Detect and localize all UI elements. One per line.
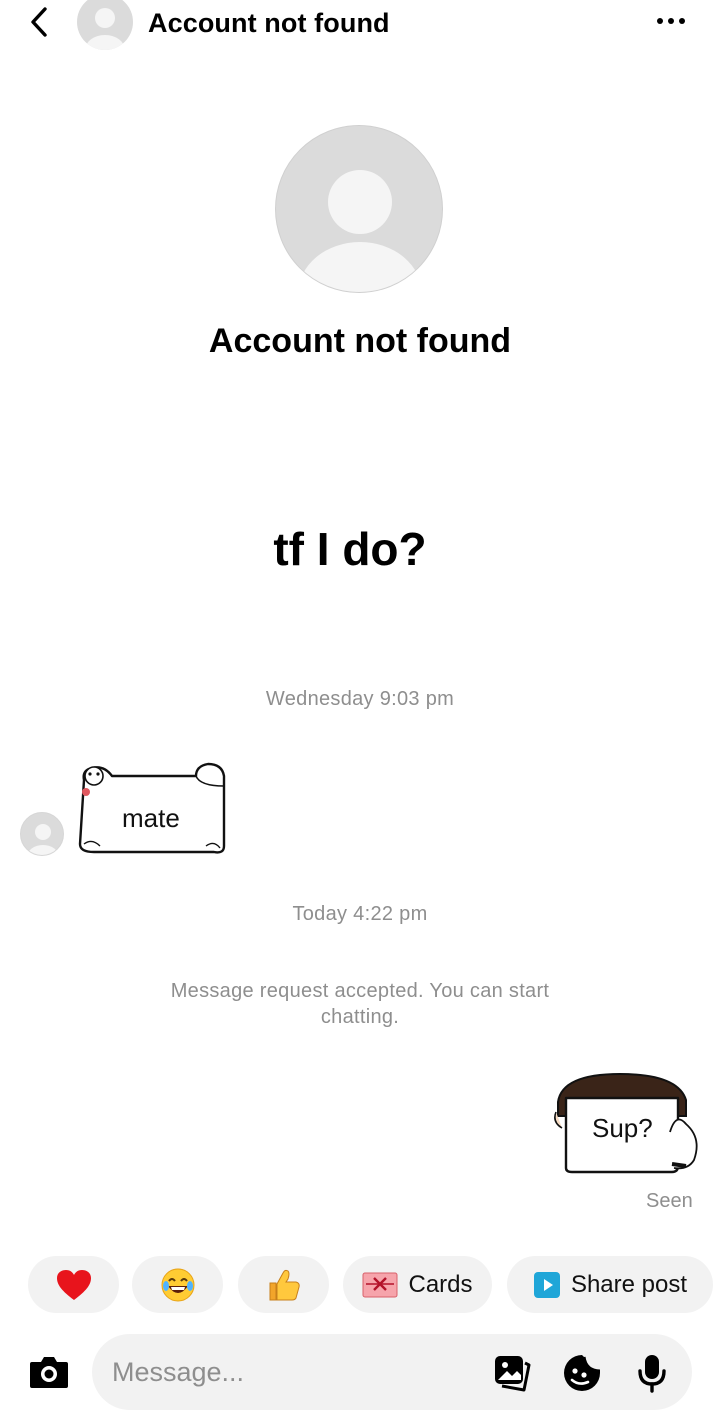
laughing-face-icon xyxy=(161,1268,194,1301)
message-input[interactable] xyxy=(112,1352,472,1392)
thumbs-up-reaction-chip[interactable] xyxy=(238,1256,329,1313)
received-sticker-message[interactable]: mate xyxy=(74,760,229,856)
cards-chip[interactable]: Cards xyxy=(343,1256,492,1313)
share-post-label: Share post xyxy=(570,1270,688,1298)
share-post-chip[interactable]: Share post xyxy=(507,1256,713,1313)
seen-indicator: Seen xyxy=(646,1190,693,1212)
default-avatar-icon xyxy=(298,170,422,292)
heart-icon xyxy=(56,1269,91,1300)
more-icon-dot xyxy=(679,18,685,24)
profile-name: Account not found xyxy=(208,322,512,360)
back-button[interactable] xyxy=(22,4,56,40)
default-avatar-icon xyxy=(85,8,125,50)
laugh-reaction-chip[interactable] xyxy=(132,1256,223,1313)
timestamp: Today 4:22 pm xyxy=(292,903,428,925)
more-options-button[interactable] xyxy=(648,6,694,36)
more-icon-dot xyxy=(668,18,674,24)
system-message: Message request accepted. You can start … xyxy=(170,980,550,1028)
camera-icon xyxy=(30,1357,68,1388)
sticker-icon[interactable] xyxy=(562,1353,602,1393)
default-avatar-icon xyxy=(27,824,59,855)
sent-sticker-message[interactable]: Sup? xyxy=(552,1072,702,1176)
thumbs-up-icon xyxy=(269,1269,300,1300)
camera-button[interactable] xyxy=(28,1352,70,1392)
overlay-caption: tf I do? xyxy=(273,523,427,575)
more-icon xyxy=(657,18,663,24)
received-sticker-text: mate xyxy=(122,803,180,833)
header-title[interactable]: Account not found xyxy=(148,8,390,39)
profile-avatar[interactable] xyxy=(275,125,443,293)
heart-reaction-chip[interactable] xyxy=(28,1256,119,1313)
sent-sticker-text: Sup? xyxy=(592,1113,653,1143)
chat-header: Account not found xyxy=(0,0,720,50)
share-post-icon xyxy=(533,1271,560,1298)
gallery-icon[interactable] xyxy=(492,1353,532,1393)
gift-card-icon xyxy=(362,1272,398,1297)
microphone-icon[interactable] xyxy=(632,1353,672,1393)
cards-label: Cards xyxy=(408,1270,473,1298)
timestamp: Wednesday 9:03 pm xyxy=(265,688,455,710)
header-avatar[interactable] xyxy=(77,0,133,50)
back-icon xyxy=(31,7,47,37)
sender-avatar[interactable] xyxy=(20,812,64,856)
message-composer xyxy=(92,1334,692,1410)
